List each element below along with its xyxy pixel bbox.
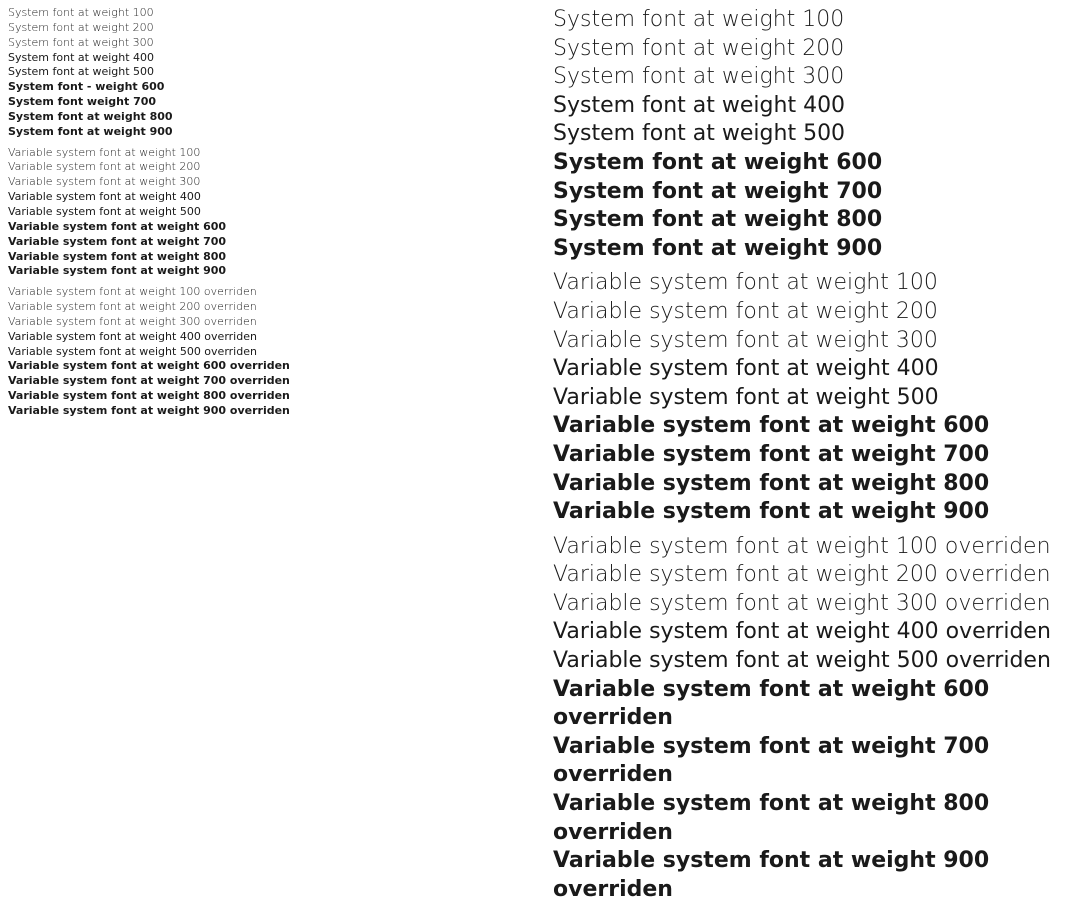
right-overriden-w200: Variable system font at weight 200 overr… — [553, 561, 1058, 590]
right-system-w600: System font at weight 600 — [553, 149, 1058, 178]
right-overriden-w500: Variable system font at weight 500 overr… — [553, 647, 1058, 676]
right-variable-w500: Variable system font at weight 500 — [553, 384, 1058, 413]
left-overriden-w500: Variable system font at weight 500 overr… — [8, 345, 513, 360]
left-system-w400: System font at weight 400 — [8, 51, 513, 66]
right-overriden-w400: Variable system font at weight 400 overr… — [553, 618, 1058, 647]
right-overriden-w300: Variable system font at weight 300 overr… — [553, 590, 1058, 619]
right-overriden-w900: Variable system font at weight 900 overr… — [553, 847, 1058, 904]
right-variable-w800: Variable system font at weight 800 — [553, 470, 1058, 499]
right-variable-w400: Variable system font at weight 400 — [553, 355, 1058, 384]
left-overriden-w900: Variable system font at weight 900 overr… — [8, 404, 513, 419]
right-variable-w600: Variable system font at weight 600 — [553, 412, 1058, 441]
left-overriden-w800: Variable system font at weight 800 overr… — [8, 389, 513, 404]
left-variable-w600: Variable system font at weight 600 — [8, 220, 513, 235]
left-variable-w500: Variable system font at weight 500 — [8, 205, 513, 220]
left-overriden-w300: Variable system font at weight 300 overr… — [8, 315, 513, 330]
left-system-w700: System font weight 700 — [8, 95, 513, 110]
right-column: System font at weight 100 System font at… — [533, 6, 1058, 904]
right-overriden-w600: Variable system font at weight 600 overr… — [553, 676, 1058, 733]
left-variable-w200: Variable system font at weight 200 — [8, 160, 513, 175]
right-system-w900: System font at weight 900 — [553, 235, 1058, 264]
left-system-w900: System font at weight 900 — [8, 125, 513, 140]
right-variable-w100: Variable system font at weight 100 — [553, 269, 1058, 298]
left-variable-w900: Variable system font at weight 900 — [8, 264, 513, 279]
right-variable-w300: Variable system font at weight 300 — [553, 327, 1058, 356]
left-variable-w700: Variable system font at weight 700 — [8, 235, 513, 250]
right-system-w700: System font at weight 700 — [553, 178, 1058, 207]
left-variable-w800: Variable system font at weight 800 — [8, 250, 513, 265]
right-system-w500: System font at weight 500 — [553, 120, 1058, 149]
right-overriden-w800: Variable system font at weight 800 overr… — [553, 790, 1058, 847]
left-system-w500: System font at weight 500 — [8, 65, 513, 80]
right-system-w300: System font at weight 300 — [553, 63, 1058, 92]
right-system-w200: System font at weight 200 — [553, 35, 1058, 64]
right-overriden-w700: Variable system font at weight 700 overr… — [553, 733, 1058, 790]
right-system-w400: System font at weight 400 — [553, 92, 1058, 121]
left-overriden-w400: Variable system font at weight 400 overr… — [8, 330, 513, 345]
right-system-w800: System font at weight 800 — [553, 206, 1058, 235]
left-variable-w300: Variable system font at weight 300 — [8, 175, 513, 190]
right-system-w100: System font at weight 100 — [553, 6, 1058, 35]
left-system-w100: System font at weight 100 — [8, 6, 513, 21]
left-variable-w100: Variable system font at weight 100 — [8, 146, 513, 161]
left-overriden-w700: Variable system font at weight 700 overr… — [8, 374, 513, 389]
right-variable-w700: Variable system font at weight 700 — [553, 441, 1058, 470]
right-variable-w200: Variable system font at weight 200 — [553, 298, 1058, 327]
left-system-w800: System font at weight 800 — [8, 110, 513, 125]
left-overriden-w200: Variable system font at weight 200 overr… — [8, 300, 513, 315]
left-system-w600: System font - weight 600 — [8, 80, 513, 95]
left-system-w200: System font at weight 200 — [8, 21, 513, 36]
left-variable-w400: Variable system font at weight 400 — [8, 190, 513, 205]
left-column: System font at weight 100 System font at… — [8, 6, 533, 904]
left-overriden-w600: Variable system font at weight 600 overr… — [8, 359, 513, 374]
left-overriden-w100: Variable system font at weight 100 overr… — [8, 285, 513, 300]
left-system-w300: System font at weight 300 — [8, 36, 513, 51]
right-variable-w900: Variable system font at weight 900 — [553, 498, 1058, 527]
right-overriden-w100: Variable system font at weight 100 overr… — [553, 533, 1058, 562]
